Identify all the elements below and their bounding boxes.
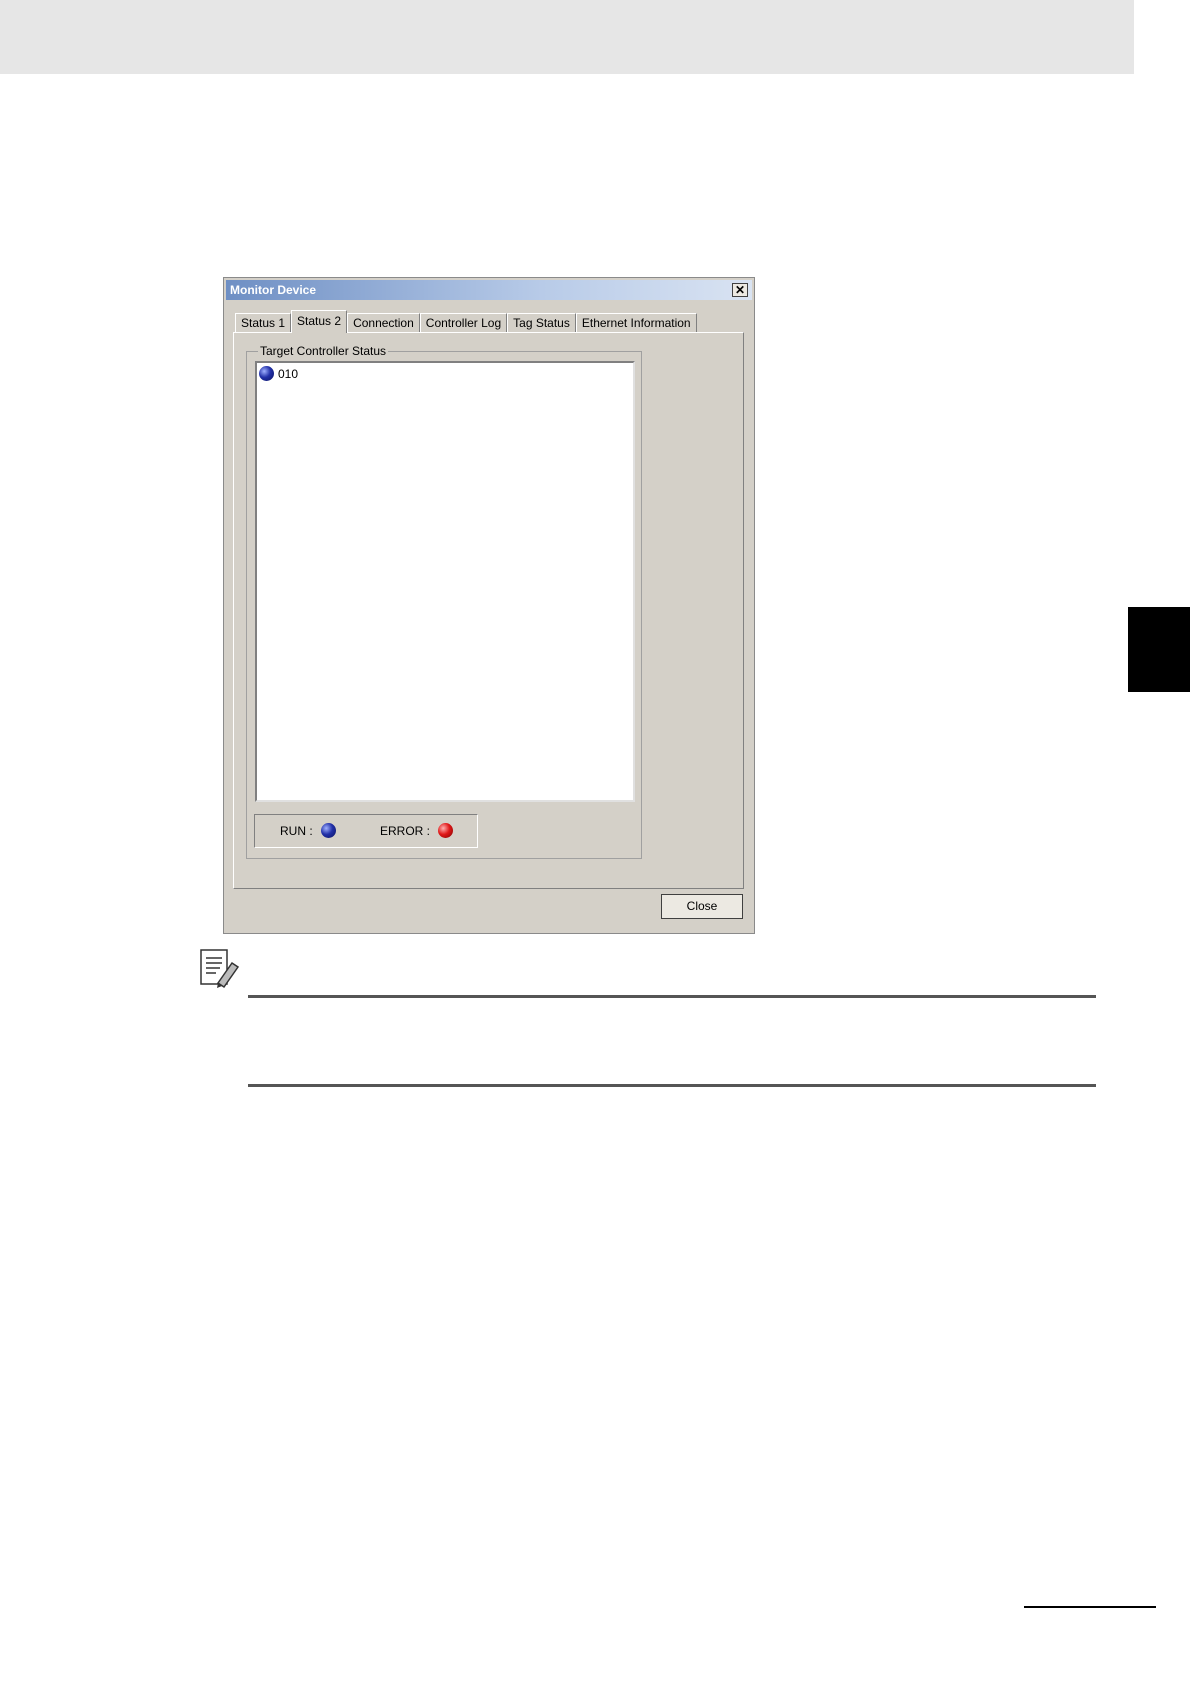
run-status-icon — [259, 366, 274, 381]
legend-run-label: RUN : — [280, 823, 313, 838]
close-button[interactable]: Close — [661, 894, 743, 919]
tab-connection[interactable]: Connection — [347, 313, 420, 332]
tab-strip: Status 1 Status 2 Connection Controller … — [235, 310, 697, 333]
close-icon[interactable]: ✕ — [732, 283, 748, 297]
chapter-thumb-tab — [1128, 607, 1190, 692]
note-bottom-rule — [248, 1084, 1096, 1087]
status-legend: RUN : ERROR : — [254, 814, 478, 848]
legend-error: ERROR : — [380, 823, 454, 838]
group-label: Target Controller Status — [258, 344, 389, 358]
note-top-rule — [248, 995, 1096, 998]
tab-status-1[interactable]: Status 1 — [235, 313, 292, 332]
legend-run: RUN : — [280, 823, 336, 838]
tab-status-2[interactable]: Status 2 — [291, 310, 348, 333]
error-indicator-icon — [438, 823, 454, 838]
page-header-band — [0, 0, 1134, 74]
legend-error-label: ERROR : — [380, 823, 431, 838]
dialog-titlebar: Monitor Device ✕ — [226, 280, 752, 300]
additional-information-icon — [198, 947, 240, 989]
target-status-list[interactable]: 010 — [255, 361, 635, 802]
run-indicator-icon — [320, 823, 336, 838]
tab-controller-log[interactable]: Controller Log — [419, 313, 508, 332]
dialog-title: Monitor Device — [230, 283, 317, 297]
tab-ethernet-information[interactable]: Ethernet Information — [575, 313, 697, 332]
tab-tag-status[interactable]: Tag Status — [507, 313, 576, 332]
footer-rule — [1024, 1606, 1156, 1608]
node-address: 010 — [278, 366, 299, 381]
list-item[interactable]: 010 — [259, 366, 298, 381]
monitor-device-dialog: Monitor Device ✕ Status 1 Status 2 Conne… — [223, 277, 755, 934]
